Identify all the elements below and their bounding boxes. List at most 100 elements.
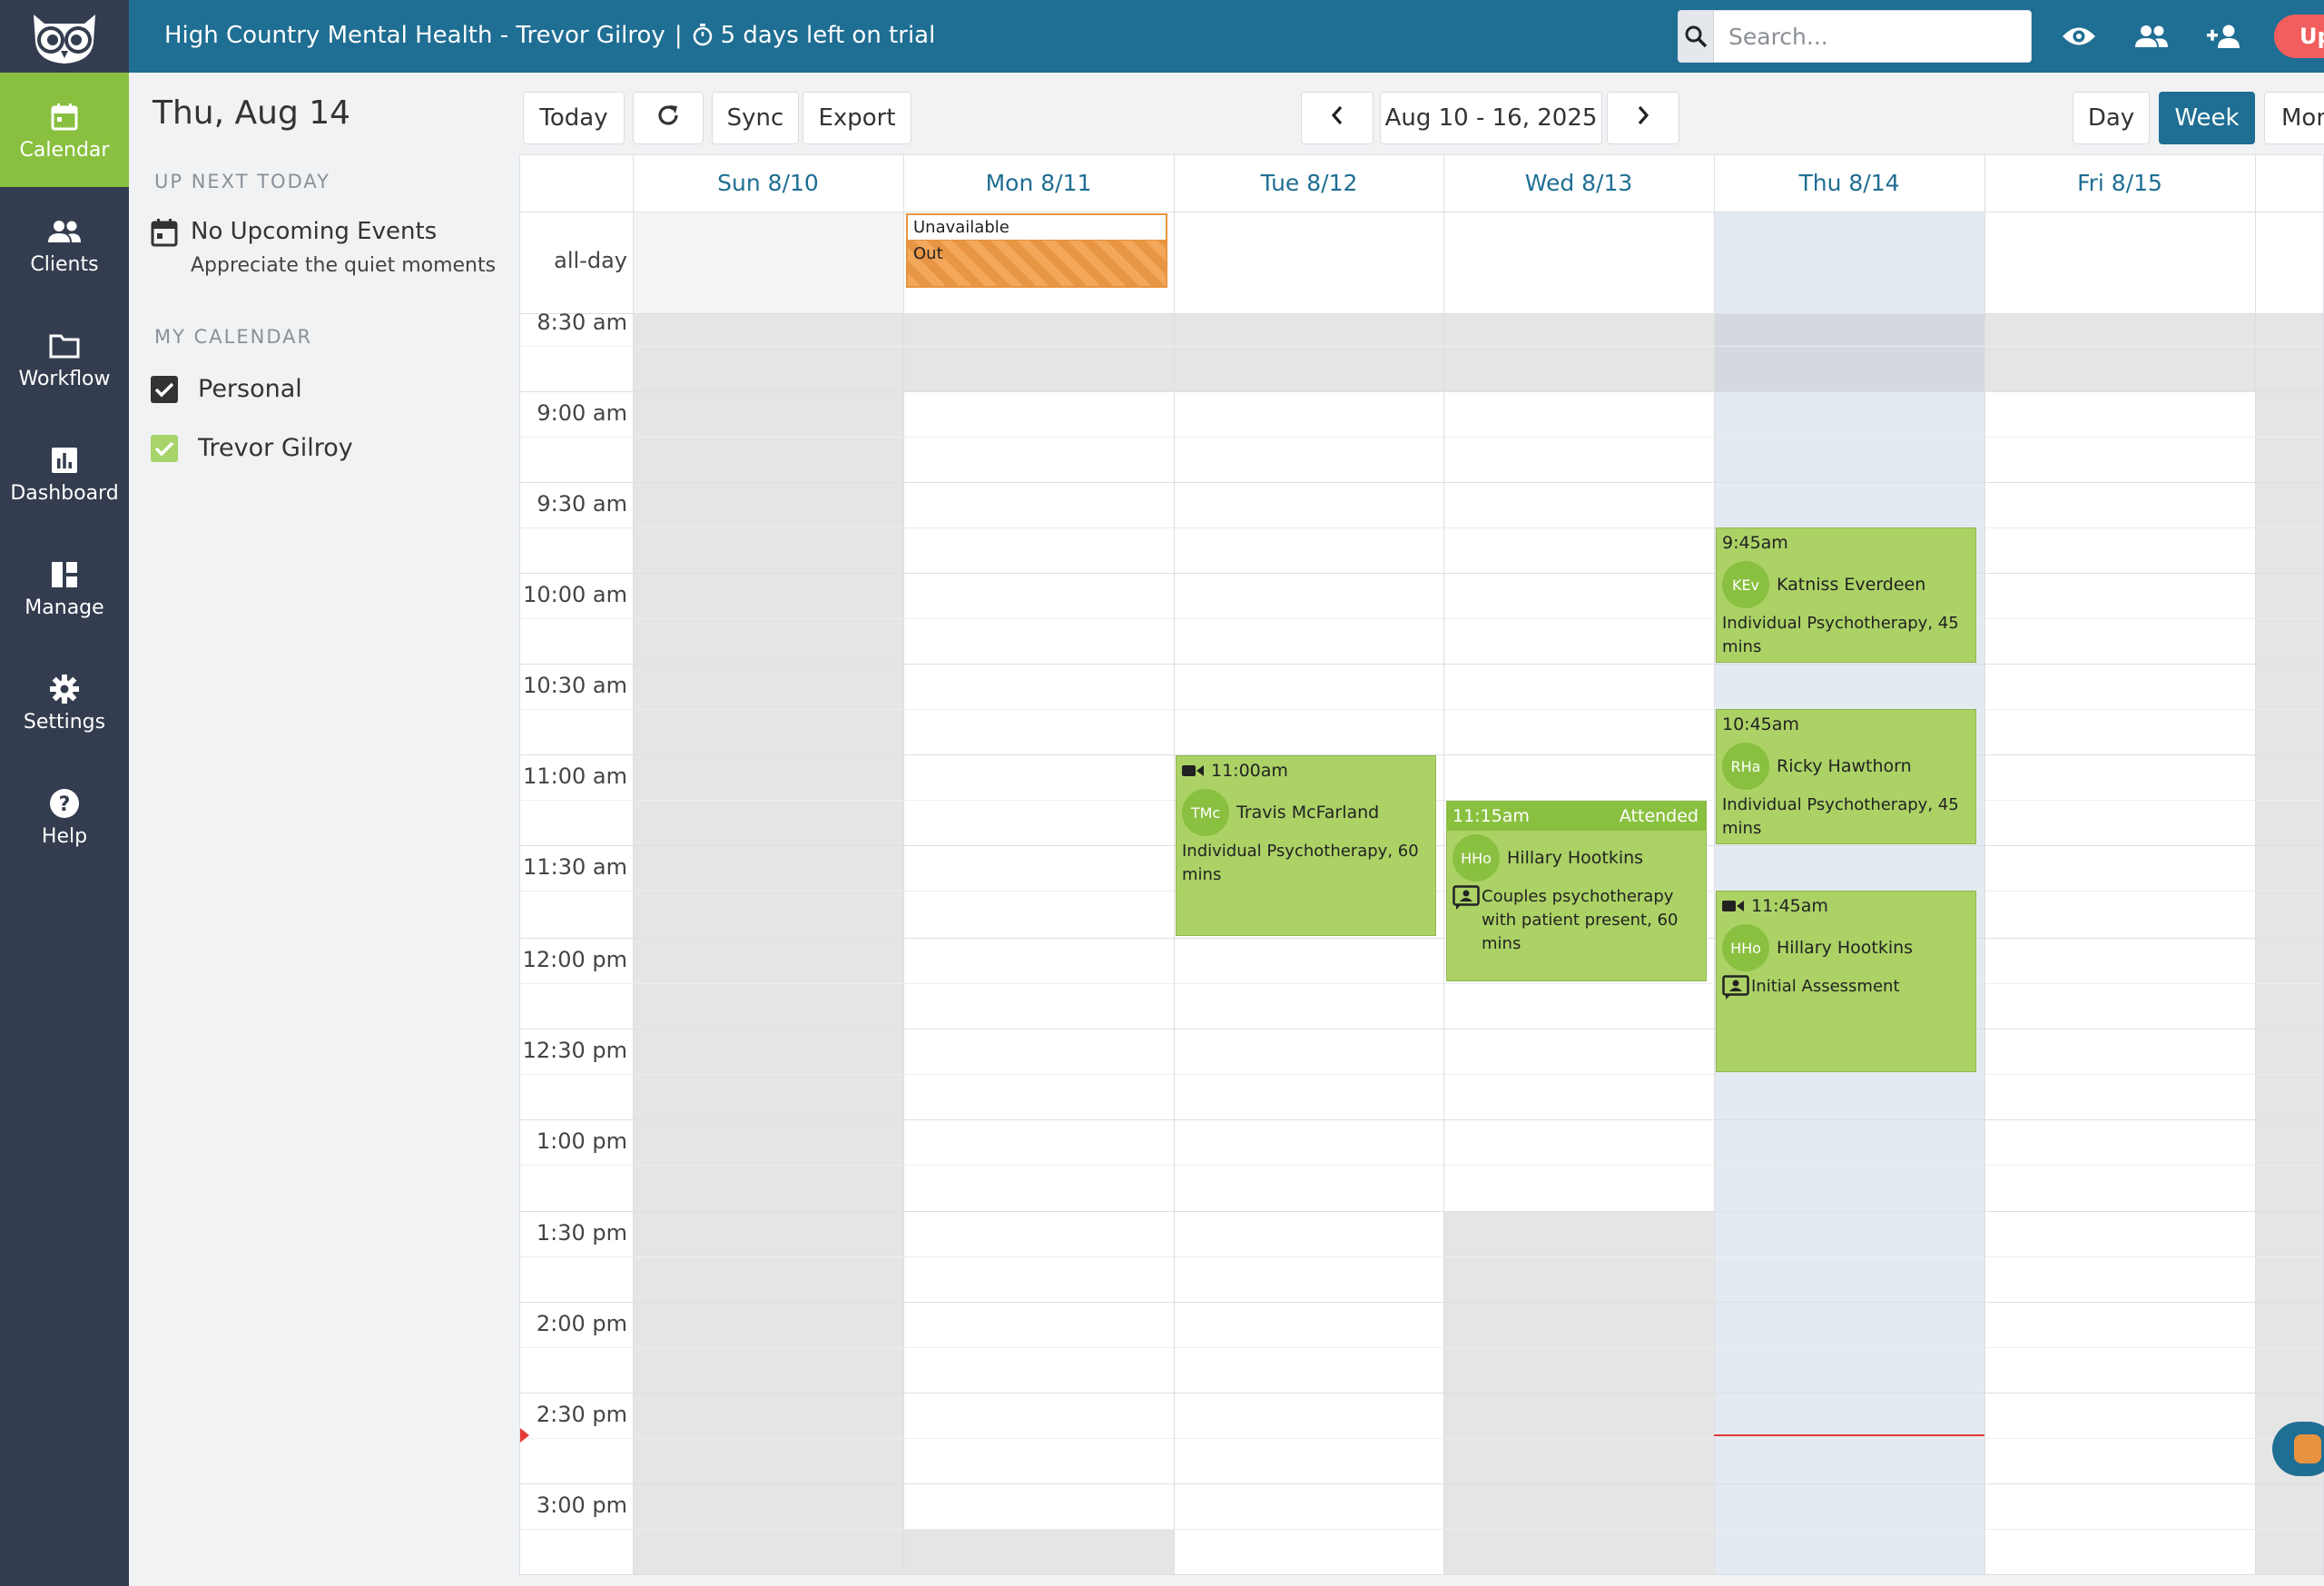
grid-line <box>520 1438 2323 1439</box>
grid-line <box>520 313 2323 314</box>
status-badge: Attended <box>1619 806 1699 826</box>
nav-settings[interactable]: Settings <box>0 645 129 759</box>
time-label: 2:30 pm <box>536 1402 627 1427</box>
no-events-title: No Upcoming Events <box>191 218 438 245</box>
up-next-heading: UP NEXT TODAY <box>154 171 330 192</box>
today-early-shade <box>1714 313 1984 391</box>
nav-label: Calendar <box>19 138 110 162</box>
event-header: 9:45am <box>1717 528 1975 557</box>
chevron-right-icon <box>1636 104 1650 133</box>
search-icon[interactable] <box>1679 11 1714 62</box>
left-nav: Calendar Clients Workflow Dashboard Mana… <box>0 73 129 1586</box>
presentation-icon <box>1722 975 1749 1008</box>
time-label: 12:30 pm <box>522 1038 627 1063</box>
grid-line <box>520 1483 2323 1484</box>
grid-line <box>520 437 2323 438</box>
nav-help[interactable]: ? Help <box>0 759 129 873</box>
video-icon <box>1182 763 1204 778</box>
event-hillary-hootkins-wed[interactable]: 11:15am Attended HHo Hillary Hootkins Co… <box>1446 801 1707 981</box>
add-user-icon[interactable] <box>2204 16 2244 56</box>
avatar: KEv <box>1722 561 1769 608</box>
clients-icon[interactable] <box>2132 16 2171 56</box>
svg-text:?: ? <box>59 793 71 816</box>
event-hillary-hootkins-thu[interactable]: 11:45am HHo Hillary Hootkins Initial Ass… <box>1716 891 1976 1072</box>
event-client: KEv Katniss Everdeen <box>1717 561 1975 608</box>
grid-line <box>520 482 2323 483</box>
client-name: Travis McFarland <box>1236 803 1380 823</box>
time-label: 9:00 am <box>537 400 627 426</box>
unavailable-subtitle: Out <box>913 244 943 263</box>
time-label: 11:00 am <box>523 763 627 789</box>
grid-line <box>520 346 2323 347</box>
grid-line <box>520 1302 2323 1303</box>
grid-line <box>520 1256 2323 1257</box>
current-time-marker-icon <box>520 1428 529 1443</box>
org-name: High Country Mental Health - Trevor Gilr… <box>164 22 665 49</box>
nav-label: Clients <box>30 252 99 276</box>
view-month-button[interactable]: Mon <box>2264 92 2324 144</box>
event-service: Initial Assessment <box>1751 977 1900 996</box>
nav-label: Workflow <box>18 367 111 390</box>
calendar-day-icon <box>151 218 178 277</box>
folder-icon <box>49 328 80 364</box>
manage-icon <box>51 557 78 593</box>
time-gutter-end <box>520 1529 633 1574</box>
event-client: HHo Hillary Hootkins <box>1717 924 1975 971</box>
view-day-button[interactable]: Day <box>2073 92 2150 144</box>
day-header-fri[interactable]: Fri 8/15 <box>1984 155 2255 212</box>
sync-button[interactable]: Sync <box>712 92 799 144</box>
day-header-sun[interactable]: Sun 8/10 <box>633 155 903 212</box>
title-separator: | <box>674 22 683 49</box>
day-header-mon[interactable]: Mon 8/11 <box>903 155 1174 212</box>
gear-icon <box>49 671 80 707</box>
grid-line <box>1174 155 1175 1574</box>
nav-workflow[interactable]: Workflow <box>0 301 129 416</box>
event-header: 11:00am <box>1177 756 1435 785</box>
today-button[interactable]: Today <box>523 92 625 144</box>
event-travis-mcfarland[interactable]: 11:00am TMc Travis McFarland Individual … <box>1176 755 1436 936</box>
previous-week-button[interactable] <box>1301 92 1374 144</box>
event-service: Individual Psychotherapy, 45 mins <box>1722 795 1959 838</box>
refresh-icon <box>655 103 681 134</box>
export-button[interactable]: Export <box>803 92 911 144</box>
day-header-thu[interactable]: Thu 8/14 <box>1714 155 1984 212</box>
client-name: Katniss Everdeen <box>1777 575 1926 595</box>
event-katniss-everdeen[interactable]: 9:45am KEv Katniss Everdeen Individual P… <box>1716 527 1976 663</box>
calendar-toggle-personal[interactable]: Personal <box>151 375 302 403</box>
owl-logo-icon[interactable] <box>0 0 129 73</box>
current-time-line <box>1714 1434 1984 1436</box>
refresh-button[interactable] <box>633 92 704 144</box>
event-client: TMc Travis McFarland <box>1177 789 1435 836</box>
event-ricky-hawthorn[interactable]: 10:45am RHa Ricky Hawthorn Individual Ps… <box>1716 709 1976 844</box>
nav-calendar[interactable]: Calendar <box>0 73 129 187</box>
upgrade-button[interactable]: Up <box>2274 15 2324 58</box>
next-week-button[interactable] <box>1607 92 1679 144</box>
view-week-button[interactable]: Week <box>2159 92 2255 144</box>
day-header-tue[interactable]: Tue 8/12 <box>1174 155 1444 212</box>
nav-label: Manage <box>25 596 104 619</box>
grid-line <box>520 573 2323 574</box>
event-client: HHo Hillary Hootkins <box>1447 834 1706 882</box>
calendar-toggle-trevor-gilroy[interactable]: Trevor Gilroy <box>151 434 353 462</box>
nav-manage[interactable]: Manage <box>0 530 129 645</box>
grid-line <box>520 938 2323 939</box>
trial-text[interactable]: 5 days left on trial <box>721 22 936 49</box>
search-input[interactable] <box>1714 11 2031 62</box>
my-calendar-heading: MY CALENDAR <box>154 326 313 348</box>
grid-line <box>520 1529 2323 1530</box>
grid-line <box>520 983 2323 984</box>
time-label: 8:30 am <box>537 310 627 335</box>
unavailable-event[interactable]: Unavailable Out <box>906 213 1167 288</box>
grid-line <box>520 527 2323 528</box>
clients-icon <box>46 213 83 250</box>
nav-clients[interactable]: Clients <box>0 187 129 301</box>
top-bar: High Country Mental Health - Trevor Gilr… <box>0 0 2324 73</box>
grid-line <box>520 709 2323 710</box>
chat-widget-button[interactable] <box>2272 1422 2324 1476</box>
nav-dashboard[interactable]: Dashboard <box>0 416 129 530</box>
checkbox-checked-icon[interactable] <box>151 375 178 403</box>
selected-date: Thu, Aug 14 <box>153 94 351 132</box>
checkbox-checked-icon[interactable] <box>151 434 178 462</box>
day-header-wed[interactable]: Wed 8/13 <box>1443 155 1714 212</box>
eye-icon[interactable] <box>2059 16 2099 56</box>
